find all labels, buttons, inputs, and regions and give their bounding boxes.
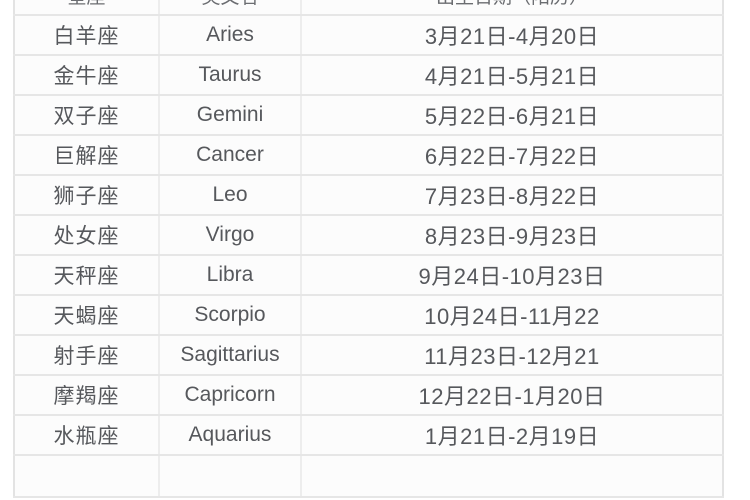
cell-english-name: Aquarius — [159, 415, 302, 456]
table-scroll-container: 星座 英文名 出生日期（阳历） 白羊座 Aries 3月21日-4月20日 金牛… — [0, 0, 750, 498]
cell-date-range: 1月21日-2月19日 — [301, 415, 723, 456]
table-row: 金牛座 Taurus 4月21日-5月21日 — [14, 55, 723, 96]
cell-chinese-name — [14, 455, 160, 498]
table-row: 射手座 Sagittarius 11月23日-12月21 — [14, 335, 723, 376]
cell-chinese-name: 金牛座 — [14, 55, 160, 96]
cell-chinese-name: 狮子座 — [14, 175, 160, 216]
cell-chinese-name: 水瓶座 — [14, 415, 160, 456]
zodiac-table: 星座 英文名 出生日期（阳历） 白羊座 Aries 3月21日-4月20日 金牛… — [13, 0, 724, 498]
cell-date-range: 4月21日-5月21日 — [301, 55, 723, 96]
column-header-date-range: 出生日期（阳历） — [301, 0, 723, 16]
table-row: 白羊座 Aries 3月21日-4月20日 — [14, 15, 723, 56]
cell-english-name: Taurus — [159, 55, 302, 96]
table-row: 狮子座 Leo 7月23日-8月22日 — [14, 175, 723, 216]
cell-english-name: Scorpio — [159, 295, 302, 336]
column-header-chinese-name: 星座 — [14, 0, 160, 16]
cell-english-name: Leo — [159, 175, 302, 216]
cell-date-range: 7月23日-8月22日 — [301, 175, 723, 216]
cell-date-range: 6月22日-7月22日 — [301, 135, 723, 176]
cell-chinese-name: 天秤座 — [14, 255, 160, 296]
cell-date-range: 5月22日-6月21日 — [301, 95, 723, 136]
cell-english-name: Virgo — [159, 215, 302, 256]
cell-chinese-name: 摩羯座 — [14, 375, 160, 416]
table-row: 水瓶座 Aquarius 1月21日-2月19日 — [14, 415, 723, 456]
cell-english-name: Libra — [159, 255, 302, 296]
cell-english-name: Capricorn — [159, 375, 302, 416]
table-header-row: 星座 英文名 出生日期（阳历） — [14, 0, 723, 16]
cell-chinese-name: 处女座 — [14, 215, 160, 256]
table-row: 双子座 Gemini 5月22日-6月21日 — [14, 95, 723, 136]
cell-chinese-name: 双子座 — [14, 95, 160, 136]
table-body: 白羊座 Aries 3月21日-4月20日 金牛座 Taurus 4月21日-5… — [14, 15, 723, 498]
table-row: 天蝎座 Scorpio 10月24日-11月22 — [14, 295, 723, 336]
table-row: 巨解座 Cancer 6月22日-7月22日 — [14, 135, 723, 176]
cell-chinese-name: 白羊座 — [14, 15, 160, 56]
cell-date-range — [301, 455, 723, 498]
cell-date-range: 3月21日-4月20日 — [301, 15, 723, 56]
table-row: 摩羯座 Capricorn 12月22日-1月20日 — [14, 375, 723, 416]
column-header-english-name: 英文名 — [159, 0, 302, 16]
table-row: 处女座 Virgo 8月23日-9月23日 — [14, 215, 723, 256]
table-row — [14, 455, 723, 498]
table-row: 天秤座 Libra 9月24日-10月23日 — [14, 255, 723, 296]
cell-english-name: Cancer — [159, 135, 302, 176]
cell-date-range: 10月24日-11月22 — [301, 295, 723, 336]
cell-english-name: Gemini — [159, 95, 302, 136]
cell-english-name — [159, 455, 302, 498]
cell-chinese-name: 射手座 — [14, 335, 160, 376]
cell-english-name: Aries — [159, 15, 302, 56]
cell-date-range: 11月23日-12月21 — [301, 335, 723, 376]
cell-date-range: 9月24日-10月23日 — [301, 255, 723, 296]
table-header: 星座 英文名 出生日期（阳历） — [14, 0, 723, 16]
cell-chinese-name: 天蝎座 — [14, 295, 160, 336]
cell-chinese-name: 巨解座 — [14, 135, 160, 176]
cell-date-range: 8月23日-9月23日 — [301, 215, 723, 256]
screenshot-viewport: 星座 英文名 出生日期（阳历） 白羊座 Aries 3月21日-4月20日 金牛… — [0, 0, 750, 500]
cell-date-range: 12月22日-1月20日 — [301, 375, 723, 416]
cell-english-name: Sagittarius — [159, 335, 302, 376]
